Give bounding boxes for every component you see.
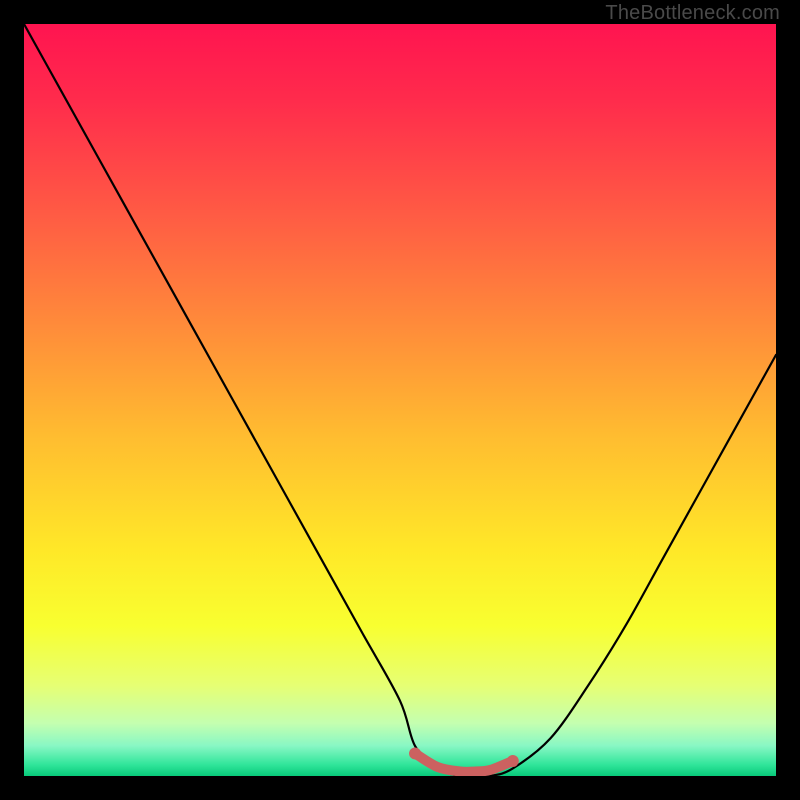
bottleneck-curve-chart	[24, 24, 776, 776]
valley-end-dot	[507, 755, 519, 767]
watermark-text: TheBottleneck.com	[605, 2, 780, 25]
valley-start-dot	[409, 747, 421, 759]
gradient-background	[24, 24, 776, 776]
chart-frame: TheBottleneck.com	[0, 0, 800, 800]
plot-area	[24, 24, 776, 776]
